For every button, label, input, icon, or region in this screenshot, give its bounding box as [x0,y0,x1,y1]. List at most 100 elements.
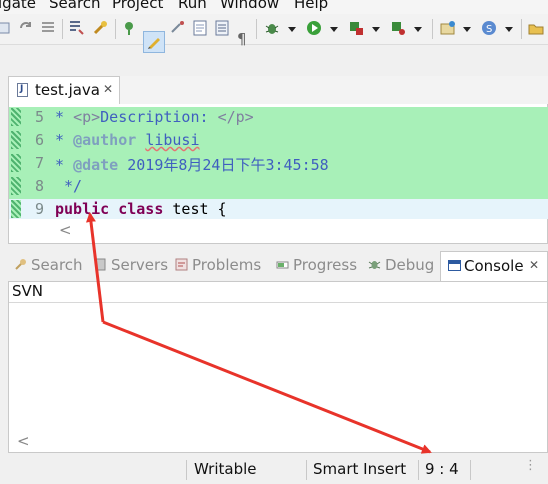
open-type-icon[interactable]: S [481,20,497,36]
html-tag: <p> [73,108,101,126]
comment-text [118,156,127,174]
keyword: public [55,200,110,218]
tab-label: Search [31,256,83,274]
toolbar-separator [115,19,116,39]
tab-label: Debug [385,256,435,274]
comment-text: 2019年8月24日下午3:45:58 [127,156,329,174]
menu-bar: igate Search Project Run Window Help [0,0,548,14]
console-header: SVN [9,282,547,303]
tab-console[interactable]: Console ✕ [440,251,548,281]
close-icon[interactable]: ✕ [103,82,113,96]
coverage-dropdown-icon[interactable] [372,27,380,32]
run-icon[interactable] [306,20,322,36]
run-dropdown-icon[interactable] [330,27,338,32]
quick-diff-marker [11,131,21,149]
scroll-left-icon[interactable]: < [59,221,72,239]
problems-icon [175,258,188,271]
menu-run[interactable]: Run [178,0,207,12]
console-horizontal-scrollbar[interactable]: < [9,432,547,452]
open-type-dropdown-icon[interactable] [505,27,513,32]
tab-problems[interactable]: Problems [175,256,261,274]
comment-text: libusi [145,131,200,149]
refresh-icon[interactable] [18,20,34,36]
javadoc-tag: @author [73,131,137,149]
editor-tab-test-java[interactable]: test.java ✕ [8,76,120,104]
quick-diff-marker [11,154,21,172]
build-icon[interactable] [68,20,84,36]
status-bar [0,456,548,484]
new-wizard-icon[interactable] [440,20,456,36]
code-line: * @author libusi [55,131,200,149]
console-icon [448,260,461,271]
menu-project[interactable]: Project [112,0,163,12]
tab-label: Problems [192,256,262,274]
html-tag: </p> [217,108,254,126]
editor-horizontal-scrollbar[interactable]: < [9,221,547,241]
line-number: 9 [34,200,44,218]
comment-text: Description: [100,108,218,126]
status-separator [470,460,471,480]
toolbar-separator [256,19,257,39]
status-cursor-position: 9 : 4 [425,460,459,478]
quick-diff-marker [11,108,21,126]
comment-text: * [55,131,74,149]
new-wizard-dropdown-icon[interactable] [463,27,471,32]
debug-dropdown-icon[interactable] [288,27,296,32]
console-title: SVN [12,282,44,300]
status-separator [418,460,419,480]
scroll-left-icon[interactable]: < [17,432,30,450]
toolbar: ¶ S [0,14,548,53]
progress-icon [276,261,289,269]
list-icon[interactable] [40,20,56,36]
code-text: test { [172,200,227,218]
outline-icon[interactable] [0,20,12,36]
status-separator [306,460,307,480]
toolbar-separator [62,19,63,39]
menu-navigate[interactable]: igate [0,0,36,12]
status-separator [186,460,187,480]
status-insert-mode[interactable]: Smart Insert [313,460,406,478]
tab-search[interactable]: Search [14,256,83,274]
editor-tab-label: test.java [35,81,101,99]
tab-servers[interactable]: Servers [94,256,168,274]
javadoc-tag: @date [73,156,119,174]
quick-diff-marker [11,200,21,218]
open-task-icon[interactable] [528,20,544,36]
close-icon[interactable]: ✕ [529,258,539,272]
tab-label: Console [464,257,524,275]
doc-icon[interactable] [192,20,208,36]
line-number: 6 [34,131,44,149]
menu-window[interactable]: Window [220,0,279,12]
external-tools-dropdown-icon[interactable] [414,27,422,32]
debug-icon[interactable] [264,20,280,36]
doc-list-icon[interactable] [214,20,230,36]
tab-label: Servers [111,256,169,274]
java-file-icon [17,83,28,97]
status-writable: Writable [194,460,257,478]
toolbar-separator [521,19,522,39]
pin-icon[interactable] [92,20,108,36]
keyword: class [118,200,164,218]
code-line: */ [55,177,82,195]
comment-text: * [55,156,74,174]
toolbar-separator [432,19,433,39]
code-line: * @date 2019年8月24日下午3:45:58 [55,154,329,175]
menu-search[interactable]: Search [49,0,101,12]
tab-label: Progress [293,256,358,274]
menu-help[interactable]: Help [294,0,328,12]
tab-debug[interactable]: Debug [368,256,434,274]
status-grip-icon: ⋮ [524,458,537,473]
whitespace-icon[interactable]: ¶ [237,30,247,48]
block-select-icon[interactable] [170,20,186,36]
next-annotation-icon[interactable] [121,20,137,36]
coverage-icon[interactable] [348,20,364,36]
highlight-icon [148,38,160,49]
highlight-toggle[interactable] [143,31,165,53]
tab-progress[interactable]: Progress [276,256,357,274]
code-line: public class test { [55,200,227,218]
comment-text: * [55,108,74,126]
line-number: 5 [34,108,44,126]
console-view[interactable] [8,281,548,453]
external-tools-icon[interactable] [390,20,406,36]
quick-diff-marker [11,177,21,195]
